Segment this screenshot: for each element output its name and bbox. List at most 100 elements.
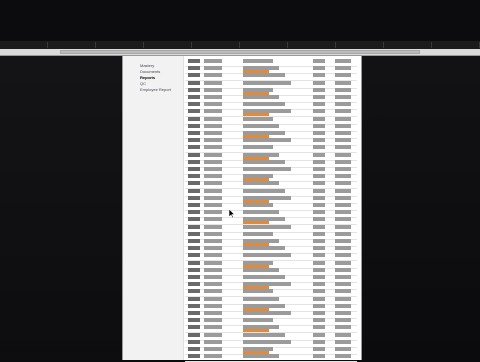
left-margin <box>0 56 122 360</box>
table-cell <box>204 318 222 322</box>
table-cell <box>188 109 200 113</box>
table-cell <box>335 73 351 77</box>
table-row <box>185 311 357 319</box>
browser-tab[interactable] <box>96 42 144 48</box>
table-cell <box>335 153 351 157</box>
browser-tab[interactable] <box>384 42 432 48</box>
table-row <box>185 138 357 146</box>
arrow-cursor-icon <box>229 209 235 218</box>
table-row <box>185 124 357 132</box>
table-cell <box>204 102 222 106</box>
table-cell <box>335 210 351 214</box>
table-row <box>185 117 357 125</box>
table-cell <box>335 289 351 293</box>
table-cell <box>313 167 325 171</box>
browser-tab[interactable] <box>192 42 240 48</box>
table-row <box>185 289 357 297</box>
table-cell <box>188 217 200 221</box>
table-cell <box>243 181 279 185</box>
table-cell <box>188 131 200 135</box>
table-cell <box>188 117 200 121</box>
table-cell <box>335 268 351 272</box>
browser-tab[interactable] <box>432 42 480 48</box>
table-cell <box>188 88 200 92</box>
table-cell <box>335 66 351 70</box>
table-cell <box>188 297 200 301</box>
table-row <box>185 167 357 175</box>
table-cell <box>313 59 325 63</box>
table-cell <box>313 117 325 121</box>
table-cell <box>188 311 200 315</box>
sidebar-item[interactable]: Employee Report <box>140 87 180 92</box>
sidebar-item[interactable]: Mastery <box>140 63 180 68</box>
table-cell <box>204 282 222 286</box>
sidebar-item[interactable]: QC <box>140 81 180 86</box>
table-cell <box>335 261 351 265</box>
table-cell <box>243 311 291 315</box>
table-cell <box>204 210 222 214</box>
browser-tab[interactable] <box>336 42 384 48</box>
table-cell <box>335 297 351 301</box>
table-cell <box>313 145 325 149</box>
table-cell <box>335 181 351 185</box>
browser-tab[interactable] <box>288 42 336 48</box>
table-cell <box>204 81 222 85</box>
table-cell <box>313 253 325 257</box>
table-cell <box>313 81 325 85</box>
table-cell <box>204 261 222 265</box>
table-cell <box>313 189 325 193</box>
table-cell <box>188 145 200 149</box>
browser-tab[interactable] <box>0 42 48 48</box>
table-cell <box>243 333 285 337</box>
table-cell <box>313 261 325 265</box>
table-row <box>185 268 357 276</box>
table-cell <box>313 325 325 329</box>
table-cell <box>335 232 351 236</box>
table-cell <box>188 268 200 272</box>
table-cell <box>204 297 222 301</box>
table-cell <box>204 275 222 279</box>
table-cell <box>243 189 285 193</box>
browser-tab[interactable] <box>144 42 192 48</box>
table-cell <box>188 181 200 185</box>
table-cell <box>204 95 222 99</box>
sidebar-item[interactable]: Documents <box>140 69 180 74</box>
browser-content: Mastery Documents Reports QC Employee Report <box>0 56 480 362</box>
table-row <box>185 210 357 218</box>
table-cell <box>188 225 200 229</box>
table-cell <box>335 318 351 322</box>
address-bar[interactable] <box>60 50 420 54</box>
table-cell <box>204 196 222 200</box>
table-cell <box>313 210 325 214</box>
table-cell <box>313 239 325 243</box>
table-cell <box>188 81 200 85</box>
table-cell <box>313 217 325 221</box>
table-cell <box>313 246 325 250</box>
table-cell <box>188 66 200 70</box>
table-row <box>185 174 357 182</box>
table-cell <box>243 95 279 99</box>
table-cell <box>335 196 351 200</box>
browser-tab[interactable] <box>48 42 96 48</box>
table-row <box>185 81 357 89</box>
table-cell <box>335 102 351 106</box>
sidebar-item[interactable]: Reports <box>140 75 180 80</box>
table-cell <box>243 268 279 272</box>
browser-tab[interactable] <box>240 42 288 48</box>
table-cell <box>204 66 222 70</box>
table-cell <box>313 181 325 185</box>
table-cell <box>188 289 200 293</box>
table-cell <box>313 225 325 229</box>
table-row <box>185 131 357 139</box>
table-cell <box>188 95 200 99</box>
table-cell <box>313 340 325 344</box>
table-cell <box>243 102 285 106</box>
table-cell <box>335 59 351 63</box>
table-cell <box>313 318 325 322</box>
table-cell <box>204 217 222 221</box>
table-row <box>185 253 357 261</box>
table-row <box>185 196 357 204</box>
table-cell <box>204 333 222 337</box>
table-cell <box>335 253 351 257</box>
table-cell <box>313 275 325 279</box>
